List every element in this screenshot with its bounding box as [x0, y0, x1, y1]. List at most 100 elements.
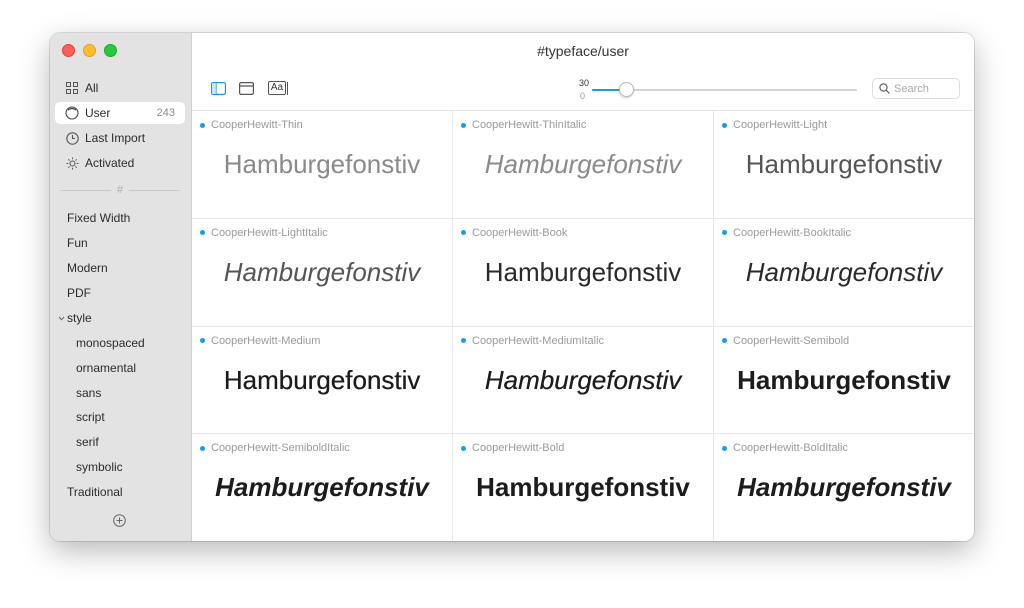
tag-modern[interactable]: Modern — [67, 261, 108, 275]
activated-dot-icon — [461, 230, 466, 236]
window-title: #typeface/user — [537, 43, 629, 59]
tag-fun[interactable]: Fun — [67, 236, 88, 250]
font-name-label: CooperHewitt-Semibold — [733, 334, 850, 347]
font-sample-text: Hamburgefonstiv — [223, 256, 421, 287]
sidebar-separator: # — [60, 185, 180, 196]
size-slider[interactable] — [592, 77, 857, 103]
activated-dot-icon — [200, 445, 205, 451]
font-name: CooperHewitt-Semibold — [722, 335, 849, 347]
activated-dot-icon — [461, 445, 466, 451]
font-name: CooperHewitt-ThinItalic — [461, 119, 586, 131]
font-sample-text: Hamburgefonstiv — [737, 364, 951, 395]
sidebar-item-all[interactable]: All — [55, 77, 185, 99]
font-name: CooperHewitt-Book — [461, 227, 567, 239]
font-card[interactable]: CooperHewitt-BookItalic Hamburgefonstiv — [714, 219, 974, 327]
tag-monospaced[interactable]: monospaced — [76, 336, 145, 350]
font-card[interactable]: CooperHewitt-Medium Hamburgefonstiv — [192, 326, 453, 435]
sidebar-item-label: All — [85, 81, 99, 95]
font-name-label: CooperHewitt-BoldItalic — [733, 442, 848, 455]
item-count-badge: 243 — [156, 107, 175, 119]
main-content: #typeface/user Aa 30 0 CooperHewitt-Thin… — [192, 33, 974, 541]
font-card[interactable]: CooperHewitt-Semibold Hamburgefonstiv — [714, 327, 974, 435]
font-sample-text: Hamburgefonstiv — [476, 472, 690, 503]
sidebar-item-label: Last Import — [85, 131, 146, 145]
sidebar-toggle-icon[interactable] — [210, 80, 226, 96]
font-name-label: CooperHewitt-Medium — [211, 334, 321, 347]
search-input[interactable] — [894, 82, 954, 95]
font-name-label: CooperHewitt-BookItalic — [733, 226, 851, 239]
font-name: CooperHewitt-LightItalic — [200, 227, 328, 239]
activated-dot-icon — [200, 338, 205, 343]
tag-pdf[interactable]: PDF — [67, 286, 91, 300]
font-sample-text: Hamburgefonstiv — [745, 149, 943, 179]
tag-serif[interactable]: serif — [76, 435, 99, 449]
font-card[interactable]: CooperHewitt-ThinItalic Hamburgefonstiv — [453, 111, 714, 219]
tag-sans[interactable]: sans — [76, 386, 101, 400]
activated-dot-icon — [461, 338, 466, 343]
font-card[interactable]: CooperHewitt-SemiboldItalic Hamburgefonst… — [192, 434, 453, 541]
activated-dot-icon — [722, 338, 727, 343]
user-collection-icon — [65, 106, 79, 120]
slider-knob[interactable] — [619, 82, 634, 97]
zoom-window-button[interactable] — [104, 44, 117, 57]
font-name-label: CooperHewitt-Light — [733, 119, 828, 131]
font-name: CooperHewitt-MediumItalic — [461, 335, 604, 347]
font-sample-text: Hamburgefonstiv — [484, 149, 682, 179]
sidebar-item-label: User — [85, 106, 111, 120]
sidebar-item-last-import[interactable]: Last Import — [55, 127, 185, 149]
font-card[interactable]: CooperHewitt-Thin Hamburgefonstiv — [192, 111, 453, 219]
preview-panel-icon[interactable] — [238, 80, 254, 96]
font-card[interactable]: CooperHewitt-Light Hamburgefonstiv — [714, 111, 974, 219]
font-card[interactable]: CooperHewitt-BoldItalic Hamburgefonstiv — [714, 434, 974, 541]
tag-group-style[interactable]: style — [58, 311, 92, 325]
font-name-label: CooperHewitt-LightItalic — [211, 226, 328, 239]
font-name: CooperHewitt-Thin — [200, 119, 303, 131]
activated-dot-icon — [200, 122, 205, 128]
tag-script[interactable]: script — [76, 410, 105, 424]
search-box[interactable] — [872, 78, 960, 99]
font-name-label: CooperHewitt-MediumItalic — [472, 334, 605, 347]
font-name-label: CooperHewitt-Bold — [472, 442, 565, 455]
font-card[interactable]: CooperHewitt-MediumItalic Hamburgefonstiv — [453, 326, 714, 435]
font-name-label: CooperHewitt-SemiboldItalic — [211, 442, 350, 455]
font-card[interactable]: CooperHewitt-Book Hamburgefonstiv — [453, 218, 714, 327]
sidebar-item-user[interactable]: User 243 — [55, 102, 185, 124]
font-sample-text: Hamburgefonstiv — [737, 472, 951, 503]
sidebar-item-label: Activated — [85, 156, 135, 170]
font-name-label: CooperHewitt-Book — [472, 226, 568, 239]
font-name: CooperHewitt-Light — [722, 119, 827, 131]
activated-dot-icon — [722, 122, 727, 128]
sun-icon — [65, 156, 79, 170]
window-controls — [62, 44, 117, 57]
activated-dot-icon — [200, 230, 205, 236]
activated-dot-icon — [722, 445, 727, 451]
activated-dot-icon — [722, 230, 727, 236]
tag-ornamental[interactable]: ornamental — [76, 361, 136, 375]
plus-circle-icon[interactable] — [113, 514, 126, 527]
minimize-window-button[interactable] — [83, 44, 96, 57]
tag-symbolic[interactable]: symbolic — [76, 460, 123, 474]
font-name: CooperHewitt-SemiboldItalic — [200, 442, 350, 454]
close-window-button[interactable] — [62, 44, 75, 57]
text-cursor-icon — [287, 81, 289, 95]
font-sample-text: Hamburgefonstiv — [223, 149, 421, 179]
font-name: CooperHewitt-Bold — [461, 442, 564, 454]
font-name-label: CooperHewitt-ThinItalic — [472, 119, 587, 131]
hash-separator-icon: # — [116, 184, 124, 196]
font-grid: CooperHewitt-Thin Hamburgefonstiv CooperHe… — [192, 110, 974, 541]
sidebar: All User 243 Last Import Activated # Fix… — [50, 33, 192, 541]
font-sample-text: Hamburgefonstiv — [223, 364, 421, 395]
grid-icon — [65, 81, 79, 95]
tag-traditional[interactable]: Traditional — [67, 485, 123, 499]
font-sample-text: Hamburgefonstiv — [745, 256, 943, 287]
sidebar-item-activated[interactable]: Activated — [55, 152, 185, 174]
activated-dot-icon — [461, 122, 466, 128]
font-card[interactable]: CooperHewitt-Bold Hamburgefonstiv — [453, 434, 714, 541]
search-icon — [879, 83, 890, 94]
font-card[interactable]: CooperHewitt-LightItalic Hamburgefonstiv — [192, 218, 453, 327]
tag-fixed-width[interactable]: Fixed Width — [67, 211, 130, 225]
text-sample-icon[interactable]: Aa — [266, 80, 290, 96]
font-name-label: CooperHewitt-Thin — [211, 119, 303, 131]
font-name: CooperHewitt-BookItalic — [722, 227, 851, 239]
font-sample-text: Hamburgefonstiv — [484, 256, 682, 287]
